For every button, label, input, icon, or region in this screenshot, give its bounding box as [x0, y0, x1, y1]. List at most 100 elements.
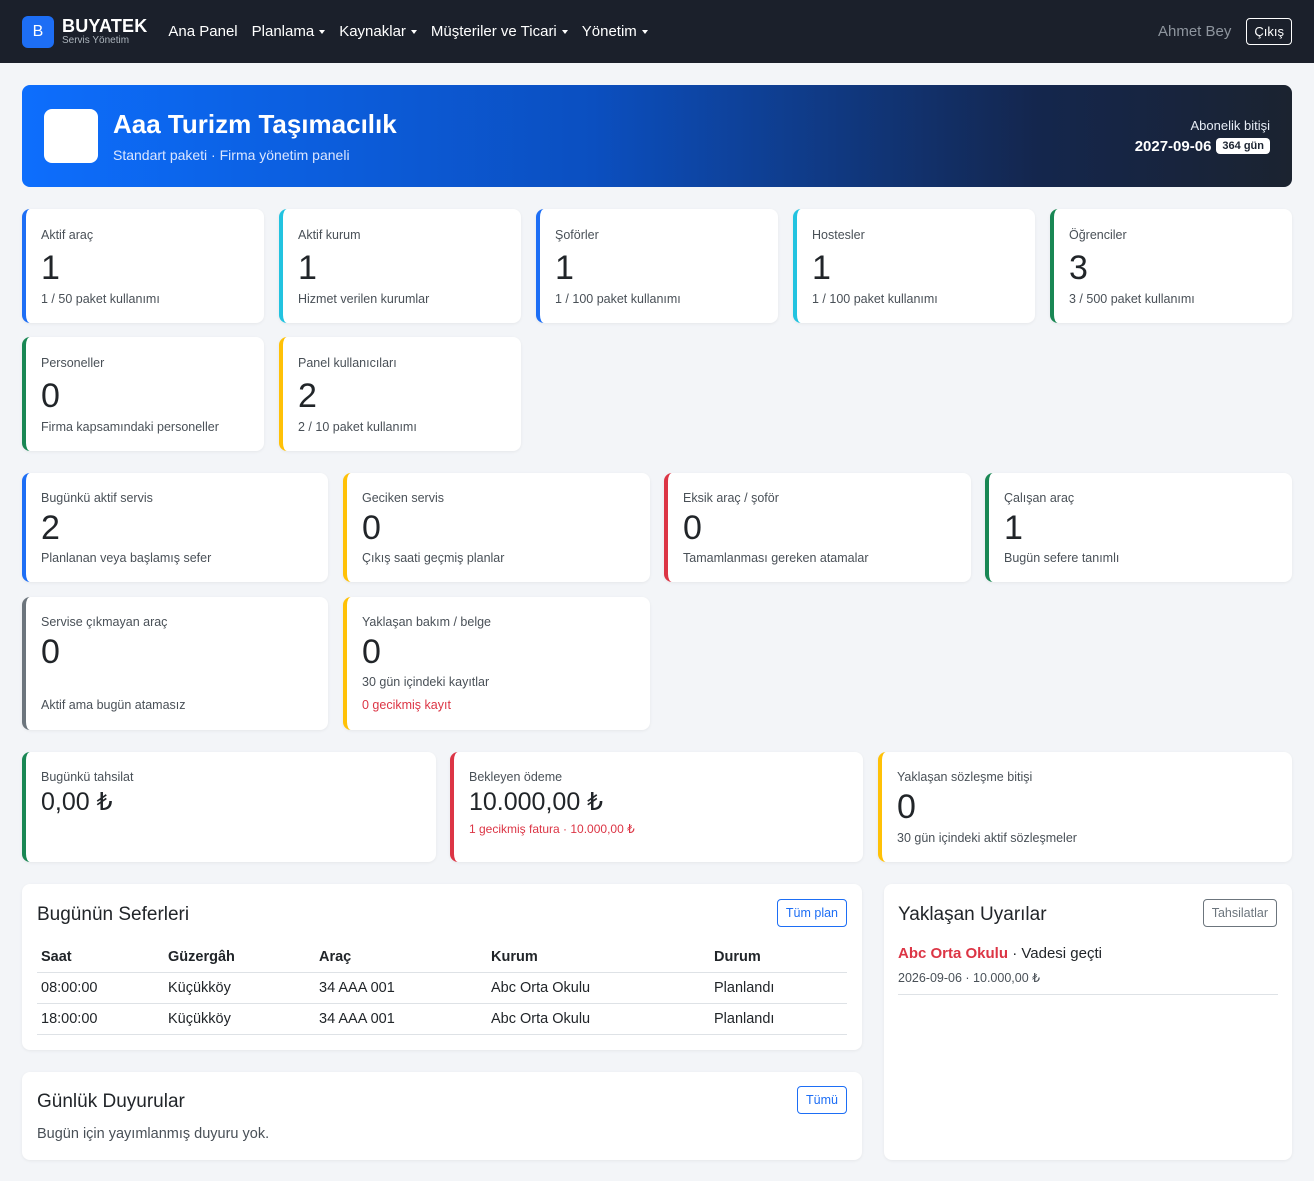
- ops-sub: Çıkış saati geçmiş planlar: [362, 551, 505, 565]
- alerts-panel: Yaklaşan Uyarılar Tahsilatlar Abc Orta O…: [884, 884, 1292, 1160]
- ops-value: 1: [1004, 509, 1023, 547]
- ops-label: Yaklaşan bakım / belge: [362, 615, 492, 629]
- ops-label: Servise çıkmayan araç: [41, 615, 168, 629]
- alert-status: · Vadesi geçti: [1008, 945, 1102, 962]
- stat-card-staff[interactable]: Personeller 0 Firma kapsamındaki persone…: [22, 337, 264, 451]
- user-name: Ahmet Bey: [1158, 23, 1232, 40]
- all-plan-button[interactable]: Tüm plan: [776, 899, 847, 927]
- stat-value: 1: [298, 249, 317, 287]
- stat-value: 0: [41, 377, 60, 415]
- ops-card-maintenance[interactable]: Yaklaşan bakım / belge 0 30 gün içindeki…: [343, 597, 650, 730]
- table-row[interactable]: 08:00:00 Küçükköy 34 AAA 001 Abc Orta Ok…: [37, 972, 847, 1004]
- divider: [898, 994, 1278, 995]
- ops-sub: 30 gün içindeki kayıtlar: [362, 675, 490, 689]
- finance-card-pending-payment[interactable]: Bekleyen ödeme 10.000,00 ₺ 1 gecikmiş fa…: [450, 752, 863, 862]
- stat-label: Aktif kurum: [298, 228, 361, 242]
- col-arac: Araç: [315, 942, 487, 973]
- company-package: Standart paketi · Firma yönetim paneli: [113, 147, 350, 163]
- stat-value: 2: [298, 377, 317, 415]
- all-announcements-button[interactable]: Tümü: [797, 1086, 847, 1114]
- ops-label: Bugünkü aktif servis: [41, 491, 153, 505]
- stat-label: Öğrenciler: [1069, 228, 1127, 242]
- ops-value: 0: [362, 509, 381, 547]
- finance-label: Bugünkü tahsilat: [41, 770, 134, 784]
- alert-item[interactable]: Abc Orta Okulu · Vadesi geçti: [898, 945, 1102, 962]
- brand-subtitle: Servis Yönetim: [62, 35, 130, 46]
- ops-card-working-vehicle[interactable]: Çalışan araç 1 Bugün sefere tanımlı: [985, 473, 1292, 582]
- brand[interactable]: B BUYATEK Servis Yönetim: [22, 15, 148, 48]
- stat-card-panel-users[interactable]: Panel kullanıcıları 2 2 / 10 paket kulla…: [279, 337, 521, 451]
- ops-card-delayed-service[interactable]: Geciken servis 0 Çıkış saati geçmiş plan…: [343, 473, 650, 582]
- ops-sub: Planlanan veya başlamış sefer: [41, 551, 212, 565]
- ops-value: 2: [41, 509, 60, 547]
- stat-label: Aktif araç: [41, 228, 94, 242]
- nav-ana-panel[interactable]: Ana Panel: [161, 23, 244, 40]
- caret-down-icon: [641, 29, 648, 34]
- stat-card-hostesses[interactable]: Hostesler 1 1 / 100 paket kullanımı: [793, 209, 1035, 323]
- ops-sub: Tamamlanması gereken atamalar: [683, 551, 869, 565]
- ops-overdue: 0 gecikmiş kayıt: [362, 698, 451, 712]
- stat-sub: Firma kapsamındaki personeller: [41, 420, 219, 434]
- logout-button[interactable]: Çıkış: [1246, 18, 1292, 45]
- stat-label: Şoförler: [555, 228, 599, 242]
- main-nav: Ana Panel Planlama Kaynaklar Müşteriler …: [161, 23, 654, 40]
- ops-label: Eksik araç / şoför: [683, 491, 779, 505]
- company-banner: Aaa Turizm Taşımacılık Standart paketi ·…: [22, 85, 1292, 187]
- finance-value: 0,00 ₺: [41, 788, 113, 816]
- stat-sub: 1 / 100 paket kullanımı: [812, 292, 938, 306]
- col-durum: Durum: [710, 942, 847, 973]
- panel-title: Yaklaşan Uyarılar: [898, 904, 1047, 925]
- brand-name: BUYATEK: [62, 16, 148, 36]
- stat-card-institutions[interactable]: Aktif kurum 1 Hizmet verilen kurumlar: [279, 209, 521, 323]
- nav-yonetim[interactable]: Yönetim: [575, 23, 655, 40]
- empty-announcements: Bugün için yayımlanmış duyuru yok.: [37, 1126, 270, 1142]
- collections-button[interactable]: Tahsilatlar: [1202, 899, 1277, 927]
- caret-down-icon: [410, 29, 417, 34]
- col-kurum: Kurum: [487, 942, 710, 973]
- ops-card-idle-vehicle[interactable]: Servise çıkmayan araç 0 Aktif ama bugün …: [22, 597, 328, 730]
- ops-sub: Bugün sefere tanımlı: [1004, 551, 1120, 565]
- ops-label: Geciken servis: [362, 491, 444, 505]
- ops-card-active-service[interactable]: Bugünkü aktif servis 2 Planlanan veya ba…: [22, 473, 328, 582]
- stat-card-vehicles[interactable]: Aktif araç 1 1 / 50 paket kullanımı: [22, 209, 264, 323]
- nav-planlama[interactable]: Planlama: [245, 23, 333, 40]
- stat-value: 3: [1069, 249, 1088, 287]
- top-navbar: B BUYATEK Servis Yönetim Ana Panel Planl…: [0, 0, 1314, 63]
- table-header-row: Saat Güzergâh Araç Kurum Durum: [37, 942, 847, 973]
- caret-down-icon: [561, 29, 568, 34]
- today-trips-panel: Bugünün Seferleri Tüm plan Saat Güzergâh…: [22, 884, 862, 1050]
- table-row[interactable]: 18:00:00 Küçükköy 34 AAA 001 Abc Orta Ok…: [37, 1003, 847, 1035]
- stat-sub: 1 / 100 paket kullanımı: [555, 292, 681, 306]
- trips-table: Saat Güzergâh Araç Kurum Durum 08:00:00 …: [37, 942, 847, 1035]
- stat-value: 1: [41, 249, 60, 287]
- ops-label: Çalışan araç: [1004, 491, 1075, 505]
- col-guzergah: Güzergâh: [164, 942, 315, 973]
- finance-label: Bekleyen ödeme: [469, 770, 563, 784]
- nav-kaynaklar[interactable]: Kaynaklar: [332, 23, 424, 40]
- stat-sub: 1 / 50 paket kullanımı: [41, 292, 160, 306]
- finance-card-contract-end[interactable]: Yaklaşan sözleşme bitişi 0 30 gün içinde…: [878, 752, 1292, 862]
- company-name: Aaa Turizm Taşımacılık: [113, 109, 397, 139]
- stat-sub: 3 / 500 paket kullanımı: [1069, 292, 1195, 306]
- panel-title: Günlük Duyurular: [37, 1091, 185, 1112]
- finance-card-today-collection[interactable]: Bugünkü tahsilat 0,00 ₺: [22, 752, 436, 862]
- stat-label: Personeller: [41, 356, 105, 370]
- stat-value: 1: [812, 249, 831, 287]
- nav-musteriler-ticari[interactable]: Müşteriler ve Ticari: [424, 23, 575, 40]
- stat-sub: Hizmet verilen kurumlar: [298, 292, 430, 306]
- finance-sub: 30 gün içindeki aktif sözleşmeler: [897, 831, 1077, 845]
- ops-value: 0: [362, 633, 381, 671]
- stat-card-drivers[interactable]: Şoförler 1 1 / 100 paket kullanımı: [536, 209, 778, 323]
- company-logo: [44, 109, 98, 163]
- stat-label: Panel kullanıcıları: [298, 356, 397, 370]
- stat-card-students[interactable]: Öğrenciler 3 3 / 500 paket kullanımı: [1050, 209, 1292, 323]
- ops-sub: Aktif ama bugün atamasız: [41, 698, 186, 712]
- alert-detail: 2026-09-06 · 10.000,00 ₺: [898, 971, 1041, 985]
- days-left-badge: 364 gün: [1216, 138, 1270, 154]
- finance-sub: 1 gecikmiş fatura · 10.000,00 ₺: [469, 822, 635, 836]
- ops-value: 0: [41, 633, 60, 671]
- finance-value: 10.000,00 ₺: [469, 788, 604, 816]
- ops-card-missing-assignment[interactable]: Eksik araç / şoför 0 Tamamlanması gereke…: [664, 473, 971, 582]
- subscription-label: Abonelik bitişi: [1190, 117, 1271, 133]
- alert-institution: Abc Orta Okulu: [898, 945, 1009, 962]
